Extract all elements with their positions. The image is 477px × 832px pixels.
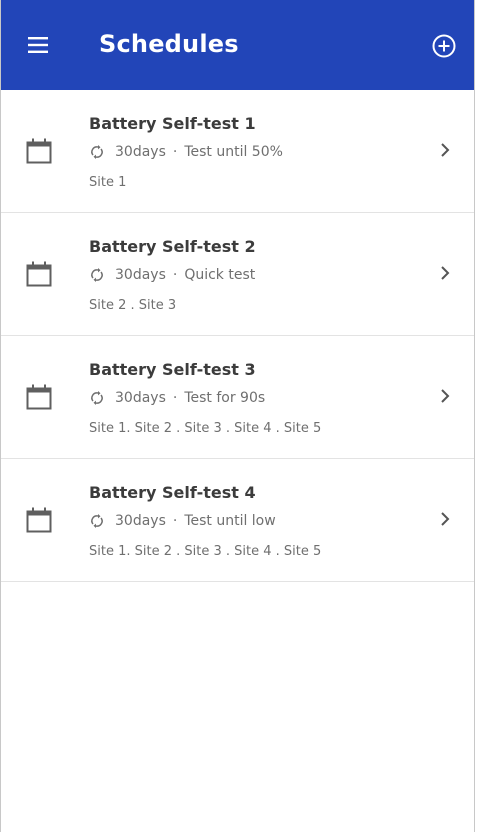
schedule-item[interactable]: Battery Self-test 4 30days · Test until … [1,459,474,582]
schedule-test-type: Test for 90s [184,390,266,406]
calendar-icon [26,138,52,164]
schedule-title: Battery Self-test 2 [89,237,256,256]
meta-separator: · [172,390,178,406]
schedule-interval: 30days [115,390,166,406]
schedule-sites: Site 1 [89,175,127,190]
add-schedule-button[interactable] [431,34,457,60]
schedule-interval: 30days [115,513,166,529]
calendar-icon [26,384,52,410]
schedule-test-type: Test until 50% [184,144,283,160]
schedule-sites: Site 1. Site 2 . Site 3 . Site 4 . Site … [89,421,322,436]
schedule-item[interactable]: Battery Self-test 3 30days · Test for 90… [1,336,474,459]
schedule-title: Battery Self-test 4 [89,483,256,502]
schedule-meta: 30days · Test until 50% [89,144,283,160]
repeat-icon [91,268,103,282]
schedule-interval: 30days [115,267,166,283]
meta-separator: · [172,513,178,529]
chevron-right-icon [441,143,450,157]
calendar-icon [26,261,52,287]
schedule-meta: 30days · Test for 90s [89,390,265,406]
hamburger-menu-icon [28,37,48,53]
schedule-title: Battery Self-test 3 [89,360,256,379]
chevron-right-icon [441,512,450,526]
schedule-sites: Site 1. Site 2 . Site 3 . Site 4 . Site … [89,544,322,559]
add-circle-icon [432,34,456,58]
page-title: Schedules [99,30,239,58]
schedule-sites: Site 2 . Site 3 [89,298,177,313]
chevron-right-icon [441,389,450,403]
calendar-icon [26,507,52,533]
meta-separator: · [172,267,178,283]
app-bar: Schedules [1,0,474,90]
schedule-test-type: Quick test [184,267,256,283]
schedule-meta: 30days · Quick test [89,267,255,283]
schedule-title: Battery Self-test 1 [89,114,256,133]
schedule-item[interactable]: Battery Self-test 1 30days · Test until … [1,90,474,213]
schedule-list: Battery Self-test 1 30days · Test until … [1,90,474,582]
schedule-item[interactable]: Battery Self-test 2 30days · Quick test … [1,213,474,336]
repeat-icon [91,145,103,159]
schedule-interval: 30days [115,144,166,160]
meta-separator: · [172,144,178,160]
app-root: Schedules Battery Self-test 1 30days · T… [0,0,475,832]
menu-button[interactable] [26,34,52,56]
schedule-meta: 30days · Test until low [89,513,276,529]
schedule-test-type: Test until low [184,513,276,529]
repeat-icon [91,391,103,405]
repeat-icon [91,514,103,528]
chevron-right-icon [441,266,450,280]
